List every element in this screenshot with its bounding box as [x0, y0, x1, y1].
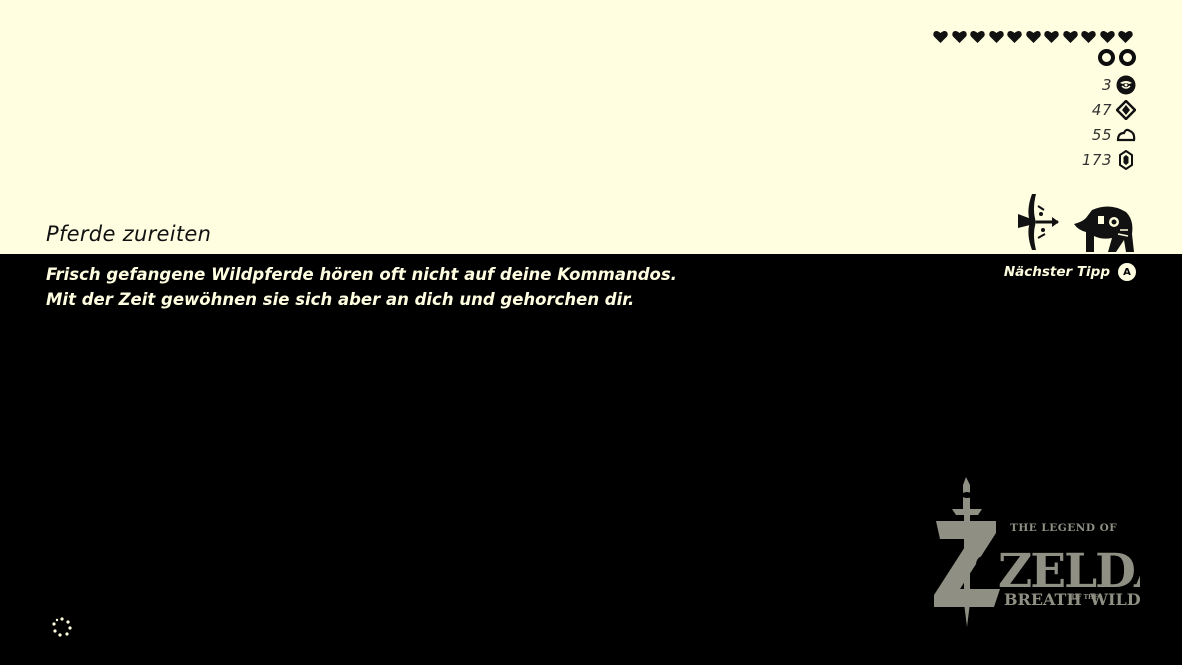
korok-seed-icon — [1116, 75, 1136, 95]
spirit-orb-count: 47 — [1091, 101, 1112, 119]
hint-header-panel: Pferde zureiten 3 47 55 173 — [0, 0, 1182, 254]
korok-seed-count: 3 — [1101, 76, 1112, 94]
monster-part-icon — [1116, 125, 1136, 145]
heart-icon — [1098, 28, 1117, 44]
shrine-orb-icon — [1116, 100, 1136, 120]
korok-seed-counter: 3 — [1102, 75, 1136, 95]
stamina-wheel-icon — [1119, 49, 1136, 66]
monster-part-counter: 55 — [1092, 125, 1136, 145]
monster-part-count: 55 — [1091, 126, 1112, 144]
hint-text: Frisch gefangene Wildpferde hören oft ni… — [46, 262, 677, 312]
heart-icon — [932, 28, 951, 44]
hint-line: Frisch gefangene Wildpferde hören oft ni… — [46, 265, 677, 284]
heart-icon — [987, 28, 1006, 44]
heart-icon — [1080, 28, 1099, 44]
logo-breath: BREATH — [1004, 590, 1082, 609]
hearts-container — [932, 28, 1136, 44]
guardian-icon — [1074, 206, 1134, 252]
rupee-counter: 173 — [1082, 150, 1136, 170]
heart-icon — [1043, 28, 1062, 44]
heart-icon — [950, 28, 969, 44]
heart-icon — [1061, 28, 1080, 44]
rupee-count: 173 — [1081, 151, 1112, 169]
heart-icon — [1024, 28, 1043, 44]
next-tip-button[interactable]: Nächster Tipp A — [1004, 263, 1136, 281]
next-tip-label: Nächster Tipp — [1003, 264, 1110, 280]
spirit-orb-counter: 47 — [1092, 100, 1136, 120]
loading-icon — [52, 617, 72, 637]
zelda-botw-logo: THE LEGEND OF ZELDA BREATH OF THE WILD — [934, 477, 1140, 627]
heart-icon — [1006, 28, 1025, 44]
a-button-icon: A — [1118, 263, 1136, 281]
hint-line: Mit der Zeit gewöhnen sie sich aber an d… — [46, 290, 635, 309]
hint-title: Pferde zureiten — [46, 222, 212, 246]
heart-icon — [1117, 28, 1136, 44]
rupee-icon — [1116, 150, 1136, 170]
logo-wild: WILD — [1089, 590, 1140, 609]
sheikah-slate-icon — [1018, 194, 1059, 250]
heart-icon — [969, 28, 988, 44]
stamina-wheels — [1098, 49, 1136, 66]
logo-line1: THE LEGEND OF — [1010, 522, 1117, 534]
stamina-wheel-icon — [1098, 49, 1115, 66]
